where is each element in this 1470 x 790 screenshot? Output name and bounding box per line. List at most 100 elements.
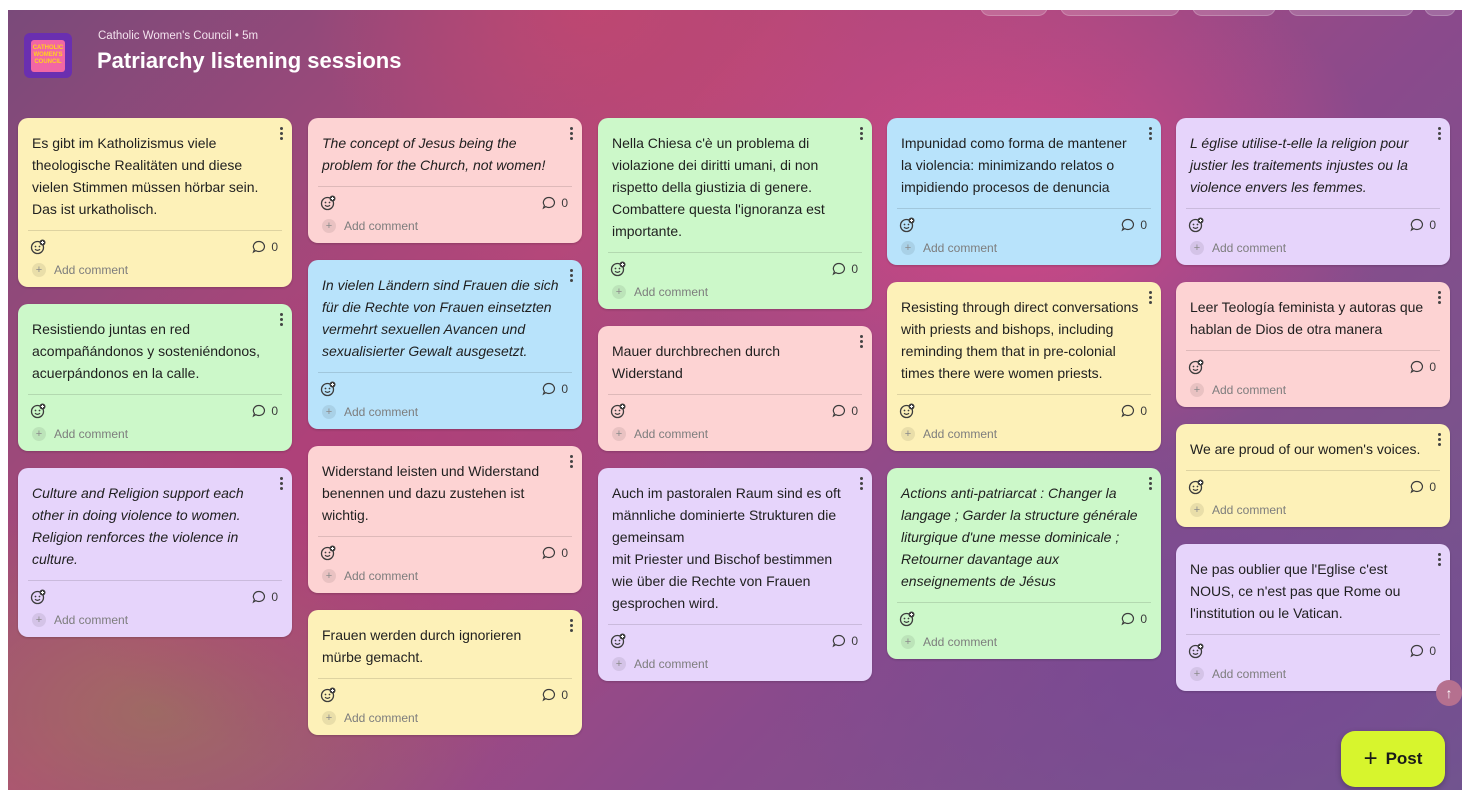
add-reaction-icon[interactable] bbox=[320, 381, 336, 397]
comment-count[interactable]: 0 bbox=[832, 262, 858, 276]
post-card[interactable]: Frauen werden durch ignorieren mürbe gem… bbox=[308, 610, 582, 735]
board-title: Patriarchy listening sessions bbox=[97, 48, 402, 73]
add-comment-button[interactable]: + Add comment bbox=[18, 257, 292, 287]
more-options-icon[interactable] bbox=[1145, 288, 1155, 306]
add-comment-button[interactable]: + Add comment bbox=[1176, 377, 1450, 407]
add-comment-button[interactable]: + Add comment bbox=[887, 629, 1161, 659]
post-card[interactable]: Es gibt im Katholizismus viele theologis… bbox=[18, 118, 292, 287]
add-reaction-icon[interactable] bbox=[1188, 479, 1204, 495]
add-reaction-icon[interactable] bbox=[610, 261, 626, 277]
post-card[interactable]: The concept of Jesus being the problem f… bbox=[308, 118, 582, 243]
post-card[interactable]: Culture and Religion support each other … bbox=[18, 468, 292, 637]
more-options-icon[interactable] bbox=[566, 124, 576, 142]
add-comment-button[interactable]: + Add comment bbox=[18, 421, 292, 451]
add-comment-button[interactable]: + Add comment bbox=[308, 213, 582, 243]
more-options-icon[interactable] bbox=[566, 266, 576, 284]
post-card[interactable]: Leer Teología feminista y autoras que ha… bbox=[1176, 282, 1450, 407]
add-reaction-icon[interactable] bbox=[1188, 643, 1204, 659]
add-reaction-icon[interactable] bbox=[30, 239, 46, 255]
add-comment-button[interactable]: + Add comment bbox=[18, 607, 292, 637]
post-button[interactable]: + Post bbox=[1341, 731, 1445, 787]
post-card[interactable]: Ne pas oublier que l'Eglise c'est NOUS, … bbox=[1176, 544, 1450, 691]
comment-count[interactable]: 0 bbox=[252, 404, 278, 418]
comment-bubble-icon bbox=[1410, 644, 1424, 658]
board-logo[interactable]: CATHOLIC WOMEN'S COUNCIL bbox=[24, 33, 72, 78]
top-toolbar-button[interactable] bbox=[1060, 10, 1180, 16]
add-reaction-icon[interactable] bbox=[320, 195, 336, 211]
top-toolbar-button[interactable] bbox=[1192, 10, 1276, 16]
more-options-icon[interactable] bbox=[856, 474, 866, 492]
post-card[interactable]: Resistiendo juntas en red acompañándonos… bbox=[18, 304, 292, 451]
add-comment-button[interactable]: + Add comment bbox=[887, 421, 1161, 451]
comment-count[interactable]: 0 bbox=[1121, 218, 1147, 232]
more-options-icon[interactable] bbox=[1145, 474, 1155, 492]
comment-count[interactable]: 0 bbox=[542, 382, 568, 396]
more-options-icon[interactable] bbox=[856, 124, 866, 142]
post-card[interactable]: Nella Chiesa c'è un problema di violazio… bbox=[598, 118, 872, 309]
comment-count[interactable]: 0 bbox=[1410, 218, 1436, 232]
add-reaction-icon[interactable] bbox=[610, 633, 626, 649]
more-options-icon[interactable] bbox=[276, 474, 286, 492]
post-card[interactable]: L église utilise-t-elle la religion pour… bbox=[1176, 118, 1450, 265]
comment-count[interactable]: 0 bbox=[1410, 644, 1436, 658]
more-options-icon[interactable] bbox=[566, 616, 576, 634]
comment-count[interactable]: 0 bbox=[832, 634, 858, 648]
add-reaction-icon[interactable] bbox=[899, 611, 915, 627]
post-text: Impunidad como forma de mantener la viol… bbox=[901, 135, 1127, 195]
post-card[interactable]: Actions anti-patriarcat : Changer la lan… bbox=[887, 468, 1161, 659]
add-reaction-icon[interactable] bbox=[30, 589, 46, 605]
add-reaction-icon[interactable] bbox=[899, 217, 915, 233]
more-options-icon[interactable] bbox=[856, 332, 866, 350]
more-options-icon[interactable] bbox=[1434, 124, 1444, 142]
comment-count[interactable]: 0 bbox=[1121, 612, 1147, 626]
add-comment-button[interactable]: + Add comment bbox=[1176, 497, 1450, 527]
comment-count[interactable]: 0 bbox=[1410, 360, 1436, 374]
add-comment-button[interactable]: + Add comment bbox=[1176, 235, 1450, 265]
post-card[interactable]: Resisting through direct conversations w… bbox=[887, 282, 1161, 451]
post-card[interactable]: In vielen Ländern sind Frauen die sich f… bbox=[308, 260, 582, 429]
add-reaction-icon[interactable] bbox=[1188, 217, 1204, 233]
add-comment-button[interactable]: + Add comment bbox=[598, 279, 872, 309]
comment-count[interactable]: 0 bbox=[832, 404, 858, 418]
reaction-bar: 0 bbox=[18, 231, 292, 257]
more-options-icon[interactable] bbox=[276, 310, 286, 328]
reaction-bar: 0 bbox=[1176, 635, 1450, 661]
add-reaction-icon[interactable] bbox=[320, 545, 336, 561]
add-reaction-icon[interactable] bbox=[30, 403, 46, 419]
comment-count[interactable]: 0 bbox=[1121, 404, 1147, 418]
more-options-icon[interactable] bbox=[276, 124, 286, 142]
top-toolbar-button[interactable] bbox=[980, 10, 1048, 16]
post-card[interactable]: We are proud of our women's voices. 0 + Add… bbox=[1176, 424, 1450, 527]
add-comment-button[interactable]: + Add comment bbox=[887, 235, 1161, 265]
post-card[interactable]: Auch im pastoralen Raum sind es oft männ… bbox=[598, 468, 872, 681]
add-comment-button[interactable]: + Add comment bbox=[1176, 661, 1450, 691]
more-options-icon[interactable] bbox=[1434, 550, 1444, 568]
comment-count[interactable]: 0 bbox=[542, 196, 568, 210]
add-comment-label: Add comment bbox=[344, 569, 419, 583]
comment-count[interactable]: 0 bbox=[252, 590, 278, 604]
plus-circle-icon: + bbox=[612, 285, 626, 299]
scroll-to-top-button[interactable]: ↑ bbox=[1436, 680, 1462, 706]
post-card[interactable]: Impunidad como forma de mantener la viol… bbox=[887, 118, 1161, 265]
add-comment-button[interactable]: + Add comment bbox=[308, 705, 582, 735]
add-comment-button[interactable]: + Add comment bbox=[308, 563, 582, 593]
top-toolbar-button[interactable] bbox=[1424, 10, 1456, 16]
post-card[interactable]: Widerstand leisten und Widerstand benenn… bbox=[308, 446, 582, 593]
comment-count[interactable]: 0 bbox=[252, 240, 278, 254]
post-card[interactable]: Mauer durchbrechen durch Widerstand 0 + Add… bbox=[598, 326, 872, 451]
add-reaction-icon[interactable] bbox=[1188, 359, 1204, 375]
add-comment-button[interactable]: + Add comment bbox=[598, 651, 872, 681]
comment-count[interactable]: 0 bbox=[542, 688, 568, 702]
more-options-icon[interactable] bbox=[1434, 430, 1444, 448]
add-reaction-icon[interactable] bbox=[610, 403, 626, 419]
comment-count[interactable]: 0 bbox=[542, 546, 568, 560]
top-toolbar-button[interactable] bbox=[1288, 10, 1414, 16]
add-reaction-icon[interactable] bbox=[320, 687, 336, 703]
add-comment-button[interactable]: + Add comment bbox=[598, 421, 872, 451]
comment-count[interactable]: 0 bbox=[1410, 480, 1436, 494]
add-reaction-icon[interactable] bbox=[899, 403, 915, 419]
more-options-icon[interactable] bbox=[566, 452, 576, 470]
more-options-icon[interactable] bbox=[1434, 288, 1444, 306]
add-comment-button[interactable]: + Add comment bbox=[308, 399, 582, 429]
more-options-icon[interactable] bbox=[1145, 124, 1155, 142]
